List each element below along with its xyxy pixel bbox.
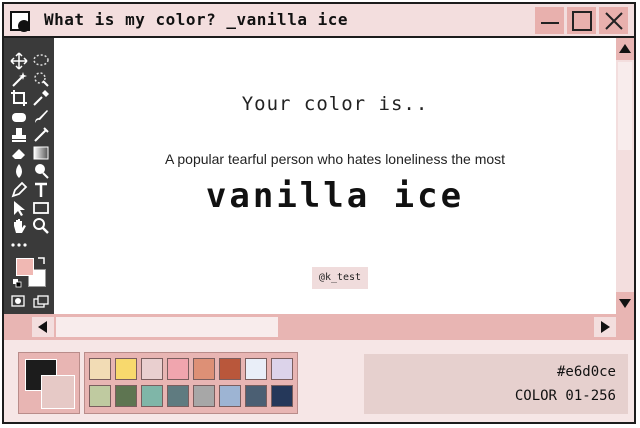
zoom-icon[interactable] xyxy=(32,217,50,235)
palette-swatch[interactable] xyxy=(115,358,137,380)
blur-icon[interactable] xyxy=(10,162,28,180)
secondary-color-preview xyxy=(41,375,75,409)
path-select-icon[interactable] xyxy=(10,199,28,217)
patch-icon[interactable] xyxy=(10,108,28,126)
history-brush-icon[interactable] xyxy=(32,126,50,144)
color-info-panel: #e6d0ce COLOR 01-256 xyxy=(364,354,628,414)
quick-select-icon[interactable] xyxy=(32,70,50,88)
palette-area: #e6d0ce COLOR 01-256 xyxy=(4,340,634,422)
app-window: What is my color? _vanilla ice Your colo… xyxy=(2,2,636,424)
scroll-down-button[interactable] xyxy=(616,292,634,314)
color-range-label: COLOR 01-256 xyxy=(514,388,616,404)
foreground-color-swatch[interactable] xyxy=(16,258,34,276)
title-bar: What is my color? _vanilla ice xyxy=(4,4,634,38)
arrow-left-icon xyxy=(38,321,47,333)
horizontal-scroll-thumb[interactable] xyxy=(56,317,278,337)
arrow-up-icon xyxy=(619,44,631,53)
brush-icon[interactable] xyxy=(32,108,50,126)
dodge-icon[interactable] xyxy=(32,162,50,180)
crop-icon[interactable] xyxy=(10,89,28,107)
current-colors-panel xyxy=(18,352,80,414)
move-icon[interactable] xyxy=(10,52,28,70)
rectangle-icon[interactable] xyxy=(32,199,50,217)
stamp-icon[interactable] xyxy=(10,126,28,144)
palette-swatch[interactable] xyxy=(167,385,189,407)
scroll-left-button[interactable] xyxy=(32,317,54,337)
color-name: vanilla ice xyxy=(205,176,465,216)
color-palette xyxy=(84,352,298,414)
app-icon xyxy=(10,11,30,32)
vertical-scrollbar[interactable] xyxy=(616,38,634,314)
canvas: Your color is.. A popular tearful person… xyxy=(54,38,616,314)
palette-swatch[interactable] xyxy=(141,385,163,407)
close-icon xyxy=(605,12,623,30)
minimize-button[interactable] xyxy=(535,7,564,34)
pen-icon[interactable] xyxy=(10,181,28,199)
palette-swatch[interactable] xyxy=(115,385,137,407)
magic-wand-icon[interactable] xyxy=(10,70,28,88)
arrow-down-icon xyxy=(619,299,631,308)
eyedropper-icon[interactable] xyxy=(32,89,50,107)
palette-swatch[interactable] xyxy=(219,358,241,380)
lasso-icon[interactable] xyxy=(32,52,50,70)
hand-icon[interactable] xyxy=(10,217,28,235)
palette-swatch[interactable] xyxy=(193,358,215,380)
palette-swatch[interactable] xyxy=(141,358,163,380)
palette-swatch[interactable] xyxy=(219,385,241,407)
close-button[interactable] xyxy=(599,7,628,34)
scroll-right-button[interactable] xyxy=(594,317,616,337)
quick-mask-icon[interactable] xyxy=(11,295,25,307)
arrow-right-icon xyxy=(601,321,610,333)
toolbox xyxy=(4,38,54,314)
credit-badge[interactable]: @k_test xyxy=(312,267,368,289)
default-colors-icon[interactable] xyxy=(12,278,22,288)
maximize-icon xyxy=(572,11,592,31)
palette-swatch[interactable] xyxy=(89,358,111,380)
color-hex-value: #e6d0ce xyxy=(556,364,616,380)
minimize-icon xyxy=(541,22,559,24)
eraser-icon[interactable] xyxy=(10,144,28,162)
window-title: What is my color? _vanilla ice xyxy=(44,10,348,29)
vertical-scroll-thumb[interactable] xyxy=(618,62,632,150)
palette-swatch[interactable] xyxy=(245,358,267,380)
palette-swatch[interactable] xyxy=(271,358,293,380)
result-heading: Your color is.. xyxy=(241,93,429,115)
scroll-up-button[interactable] xyxy=(616,38,634,60)
horizontal-scrollbar[interactable] xyxy=(4,314,634,340)
palette-swatch[interactable] xyxy=(167,358,189,380)
more-tools-icon[interactable] xyxy=(10,235,28,253)
maximize-button[interactable] xyxy=(567,7,596,34)
text-icon[interactable] xyxy=(32,181,50,199)
palette-swatch[interactable] xyxy=(193,385,215,407)
palette-swatch[interactable] xyxy=(245,385,267,407)
screen-mode-icon[interactable] xyxy=(33,295,49,308)
gradient-icon[interactable] xyxy=(32,144,50,162)
palette-swatch[interactable] xyxy=(89,385,111,407)
palette-swatch[interactable] xyxy=(271,385,293,407)
result-description: A popular tearful person who hates lonel… xyxy=(164,151,506,167)
swap-colors-icon[interactable] xyxy=(36,256,46,266)
